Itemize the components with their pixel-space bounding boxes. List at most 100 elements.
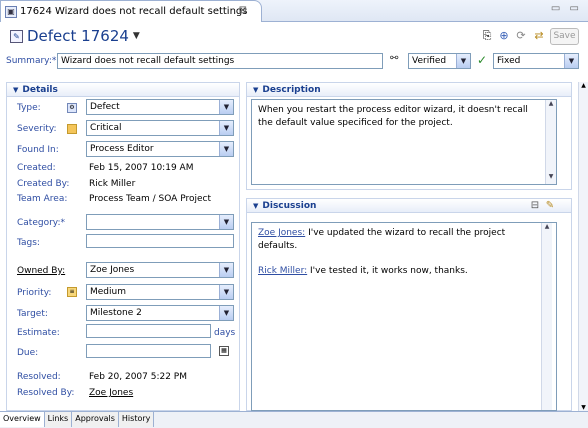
created-value: Feb 15, 2007 10:19 AM [89, 163, 194, 173]
description-text[interactable]: When you restart the process editor wiza… [251, 99, 557, 185]
description-title: Description [262, 85, 321, 95]
comment: Zoe Jones: I've updated the wizard to re… [258, 227, 536, 253]
save-button[interactable]: Save [550, 28, 579, 45]
chevron-down-icon: ▼ [219, 100, 233, 114]
priority-value: Medium [90, 287, 126, 297]
scroll-up-icon[interactable]: ▲ [542, 223, 552, 234]
found-in-label: Found In: [17, 145, 59, 155]
chevron-down-icon: ▼ [219, 215, 233, 229]
editor-scrollbar[interactable]: ▲ ▼ [578, 82, 588, 411]
severity-label: Severity: [17, 124, 57, 134]
copy-icon[interactable]: ⎘ [480, 29, 494, 43]
type-select[interactable]: Defect ▼ [86, 99, 234, 115]
description-scrollbar[interactable]: ▲ ▼ [545, 100, 556, 184]
team-area-label: Team Area: [17, 194, 68, 204]
editor-page-tabs: Overview Links Approvals History [0, 411, 588, 428]
add-comment-icon[interactable]: ✎ [543, 199, 557, 213]
category-label: Category:* [17, 218, 65, 228]
target-label: Target: [17, 309, 48, 319]
tab-approvals[interactable]: Approvals [72, 412, 119, 427]
binoculars-icon[interactable]: ⚯ [390, 53, 398, 64]
scroll-down-icon[interactable]: ▼ [579, 404, 588, 411]
created-by-value: Rick Miller [89, 179, 136, 189]
due-label: Due: [17, 348, 39, 358]
description-header[interactable]: ▼ Description [247, 83, 571, 97]
tab-overview[interactable]: Overview [0, 412, 45, 427]
tags-input[interactable] [86, 234, 234, 248]
tab-links[interactable]: Links [44, 412, 73, 427]
priority-select[interactable]: Medium ▼ [86, 284, 234, 300]
estimate-input[interactable] [86, 324, 211, 338]
comment-text: I've tested it, it works now, thanks. [310, 266, 468, 276]
team-area-value: Process Team / SOA Project [89, 194, 211, 204]
details-title: Details [22, 85, 58, 95]
comment: Rick Miller: I've tested it, it works no… [258, 265, 536, 278]
calendar-icon[interactable]: ▦ [219, 346, 229, 356]
collapse-all-icon[interactable]: ⊟ [528, 199, 542, 213]
collapse-icon[interactable]: ▼ [13, 86, 18, 94]
checkmark-icon: ✓ [477, 53, 488, 67]
refresh-icon[interactable]: ⟳ [514, 29, 528, 43]
scroll-up-icon[interactable]: ▲ [579, 82, 588, 89]
owned-by-value: Zoe Jones [90, 265, 135, 275]
summary-input[interactable] [57, 53, 383, 69]
tags-label: Tags: [17, 238, 40, 248]
add-link-icon[interactable]: ⊕ [497, 29, 511, 43]
comment-author-link[interactable]: Rick Miller: [258, 266, 307, 276]
type-icon: ⚙ [67, 103, 77, 113]
priority-icon: ≡ [67, 287, 77, 297]
owned-by-label[interactable]: Owned By: [17, 266, 65, 276]
chevron-down-icon: ▼ [564, 54, 578, 68]
editor-tab-title: 17624 Wizard does not recall default set… [20, 6, 248, 17]
chevron-down-icon[interactable]: ▼ [133, 31, 140, 41]
editor-tab-bar: ▣ 17624 Wizard does not recall default s… [0, 0, 588, 22]
collapse-icon[interactable]: ▼ [253, 202, 258, 210]
resolved-by-label: Resolved By: [17, 388, 75, 398]
close-tab-icon[interactable]: ⊠ [239, 5, 247, 16]
target-value: Milestone 2 [90, 308, 142, 318]
collapse-icon[interactable]: ▼ [253, 86, 258, 94]
owned-by-select[interactable]: Zoe Jones ▼ [86, 262, 234, 278]
discussion-header[interactable]: ▼ Discussion [247, 199, 571, 213]
created-label: Created: [17, 163, 56, 173]
found-in-value: Process Editor [90, 144, 154, 154]
state-select[interactable]: Verified ▼ [408, 53, 471, 69]
work-item-title-text: Defect 17624 [27, 27, 129, 45]
chevron-down-icon: ▼ [219, 285, 233, 299]
chevron-down-icon: ▼ [219, 306, 233, 320]
due-input[interactable] [86, 344, 211, 358]
severity-value: Critical [90, 123, 122, 133]
defect-icon: ▣ [5, 5, 17, 18]
category-select[interactable]: ▼ [86, 214, 234, 230]
discussion-box[interactable]: Zoe Jones: I've updated the wizard to re… [251, 222, 557, 411]
comment-author-link[interactable]: Zoe Jones: [258, 228, 305, 238]
target-select[interactable]: Milestone 2 ▼ [86, 305, 234, 321]
resolved-value: Feb 20, 2007 5:22 PM [89, 372, 187, 382]
sync-icon[interactable]: ⇄ [532, 29, 546, 43]
work-item-title[interactable]: ✎ Defect 17624 ▼ [10, 27, 140, 45]
resolved-label: Resolved: [17, 372, 61, 382]
severity-select[interactable]: Critical ▼ [86, 120, 234, 136]
scroll-down-icon[interactable]: ▼ [546, 173, 556, 184]
estimate-label: Estimate: [17, 328, 60, 338]
editor-tab[interactable]: ▣ 17624 Wizard does not recall default s… [0, 0, 262, 22]
window-controls[interactable]: ▭ ▭ [551, 3, 582, 14]
summary-label: Summary:* [6, 56, 57, 66]
scroll-up-icon[interactable]: ▲ [546, 100, 556, 111]
chevron-down-icon: ▼ [219, 121, 233, 135]
priority-label: Priority: [17, 288, 52, 298]
severity-icon [67, 124, 77, 134]
type-value: Defect [90, 102, 120, 112]
details-header[interactable]: ▼ Details [7, 83, 239, 97]
resolution-value: Fixed [497, 56, 521, 66]
created-by-label: Created By: [17, 179, 70, 189]
resolved-by-link[interactable]: Zoe Jones [89, 388, 133, 398]
chevron-down-icon: ▼ [219, 142, 233, 156]
resolution-select[interactable]: Fixed ▼ [493, 53, 579, 69]
work-item-header: ✎ Defect 17624 ▼ ⎘ ⊕ ⟳ ⇄ Save Summary:* … [0, 22, 588, 82]
type-label: Type: [17, 103, 41, 113]
discussion-scrollbar[interactable]: ▲ [541, 223, 552, 410]
estimate-unit: days [214, 328, 236, 338]
found-in-select[interactable]: Process Editor ▼ [86, 141, 234, 157]
tab-history[interactable]: History [118, 412, 155, 427]
